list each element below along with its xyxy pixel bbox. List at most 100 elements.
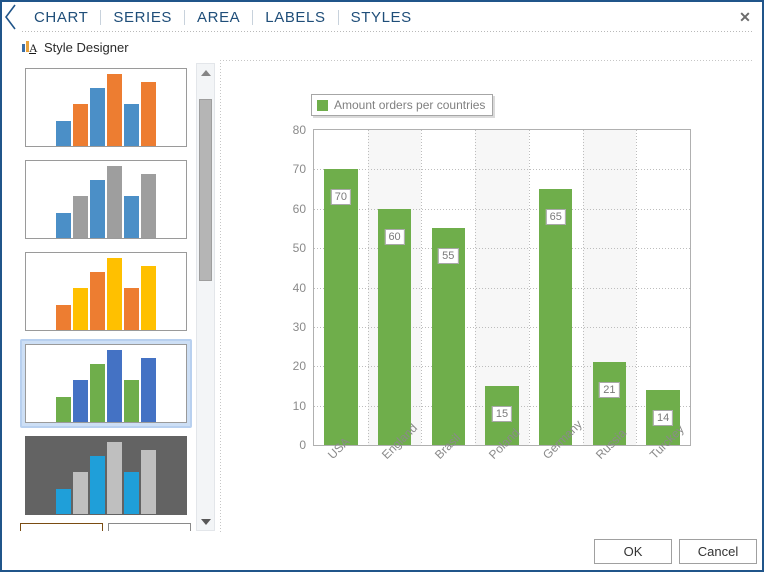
style-thumbnail-bar <box>90 364 105 422</box>
y-axis-tick-label: 20 <box>292 359 306 374</box>
style-thumbnail-bar <box>141 174 156 238</box>
back-chevron-icon[interactable] <box>4 4 20 30</box>
tab-bar: CHART SERIES AREA LABELS STYLES ✕ <box>2 2 762 31</box>
cancel-button[interactable]: Cancel <box>679 539 757 564</box>
style-thumbnail-bars <box>26 437 186 514</box>
ok-button[interactable]: OK <box>594 539 672 564</box>
chart-bar[interactable] <box>324 169 358 445</box>
style-thumbnail-preview <box>25 344 187 423</box>
style-thumbnail-bars <box>26 253 186 330</box>
legend-label: Amount orders per countries <box>334 98 486 112</box>
tab-area[interactable]: AREA <box>185 6 252 29</box>
style-designer-label: Style Designer <box>44 39 129 55</box>
style-thumbnail-bar <box>56 120 71 146</box>
tab-styles[interactable]: STYLES <box>339 6 424 29</box>
style-thumbnail-bar <box>141 82 156 146</box>
style-thumbnail-bar <box>124 379 139 422</box>
horizontal-gridline <box>314 208 690 210</box>
style-thumbnail-bar <box>107 165 122 238</box>
style-thumbnail-bar <box>107 441 122 514</box>
style-thumbnail-bar <box>107 349 122 422</box>
chart-bar-label: 55 <box>438 248 459 265</box>
y-axis-tick-label: 40 <box>292 280 306 295</box>
horizontal-gridline <box>314 248 690 250</box>
style-thumbnail-bar <box>124 287 139 330</box>
style-thumbnail-bar <box>107 73 122 146</box>
style-thumbnail-bars <box>26 345 186 422</box>
style-thumbnail-bar <box>73 379 88 422</box>
panel-vertical-divider <box>220 60 221 532</box>
svg-text:A: A <box>29 41 38 55</box>
dialog-footer: OK Cancel <box>2 532 762 570</box>
close-icon[interactable]: ✕ <box>736 8 754 26</box>
style-thumbnail-bar <box>90 456 105 514</box>
tab-labels[interactable]: LABELS <box>253 6 337 29</box>
y-axis-tick-label: 10 <box>292 398 306 413</box>
style-thumbnail-bar <box>56 212 71 238</box>
y-axis-tick-label: 60 <box>292 201 306 216</box>
y-axis-tick-label: 0 <box>299 438 306 452</box>
horizontal-gridline <box>314 169 690 171</box>
style-thumbnail-bar <box>90 180 105 238</box>
tab-list: CHART SERIES AREA LABELS STYLES <box>22 4 424 30</box>
chart-bar-label: 14 <box>653 409 674 426</box>
style-designer-header: A Style Designer <box>22 36 129 58</box>
chart-bar-label: 21 <box>599 382 620 399</box>
style-thumbnail-container <box>20 63 196 531</box>
style-thumbnail-bar <box>124 103 139 146</box>
style-thumbnail-3[interactable] <box>20 339 192 428</box>
y-axis-tick-labels: 0 10 20 30 40 50 60 70 80 <box>278 123 306 452</box>
y-axis-tick-label: 50 <box>292 241 306 256</box>
chart-plot-area: 70 60 55 15 65 21 14 <box>313 129 691 446</box>
style-thumbnail-bar <box>73 471 88 514</box>
style-thumbnail-partial-row <box>20 523 196 531</box>
style-thumbnail-preview <box>25 252 187 331</box>
horizontal-gridline <box>314 366 690 368</box>
style-designer-icon: A <box>22 39 39 55</box>
chart-bar-label: 60 <box>384 228 405 245</box>
y-axis-tick-label: 70 <box>292 162 306 177</box>
style-thumbnail-preview <box>25 68 187 147</box>
y-axis-tick-label: 30 <box>292 319 306 334</box>
style-thumbnail-preview <box>25 436 187 515</box>
style-thumbnail-bar <box>141 358 156 422</box>
chart-bar-label: 15 <box>491 405 513 422</box>
style-thumbnail-bar <box>73 103 88 146</box>
style-thumbnail-1[interactable] <box>20 155 192 244</box>
chart-bar-label: 65 <box>545 209 566 226</box>
style-list-scrollbar[interactable] <box>196 63 215 531</box>
style-thumbnail-bar <box>90 88 105 146</box>
chart-legend[interactable]: Amount orders per countries <box>311 94 494 116</box>
style-thumbnail-bar <box>124 195 139 238</box>
style-thumbnail-bar <box>141 450 156 514</box>
style-designer-dialog: CHART SERIES AREA LABELS STYLES ✕ A Styl… <box>0 0 764 572</box>
horizontal-gridline <box>314 287 690 289</box>
style-thumbnail-preview <box>25 160 187 239</box>
tab-series[interactable]: SERIES <box>101 6 184 29</box>
scroll-down-arrow-icon[interactable] <box>197 513 214 530</box>
style-thumbnail-0[interactable] <box>20 63 192 152</box>
style-thumbnail-5[interactable] <box>20 523 103 531</box>
style-thumbnail-bar <box>73 195 88 238</box>
horizontal-gridline <box>314 326 690 328</box>
style-thumbnail-bar <box>56 304 71 330</box>
tab-chart[interactable]: CHART <box>22 6 100 29</box>
style-thumbnail-bar <box>56 396 71 422</box>
scroll-up-arrow-icon[interactable] <box>197 64 214 81</box>
style-thumbnail-bars <box>26 161 186 238</box>
style-thumbnail-bar <box>56 488 71 514</box>
scrollbar-thumb[interactable] <box>199 99 212 281</box>
chart-bar-label: 70 <box>330 189 351 206</box>
style-thumbnail-bar <box>73 287 88 330</box>
style-thumbnail-bar <box>90 272 105 330</box>
style-thumbnail-4[interactable] <box>20 431 192 520</box>
y-axis-tick-label: 80 <box>292 123 306 137</box>
style-thumbnail-list[interactable] <box>20 63 215 531</box>
style-thumbnail-2[interactable] <box>20 247 192 336</box>
legend-swatch-icon <box>317 99 328 111</box>
style-thumbnail-6[interactable] <box>108 523 191 531</box>
content-top-divider <box>220 60 752 61</box>
style-thumbnail-bar <box>107 257 122 330</box>
header-divider <box>22 31 752 32</box>
chart-bar[interactable] <box>539 189 573 445</box>
